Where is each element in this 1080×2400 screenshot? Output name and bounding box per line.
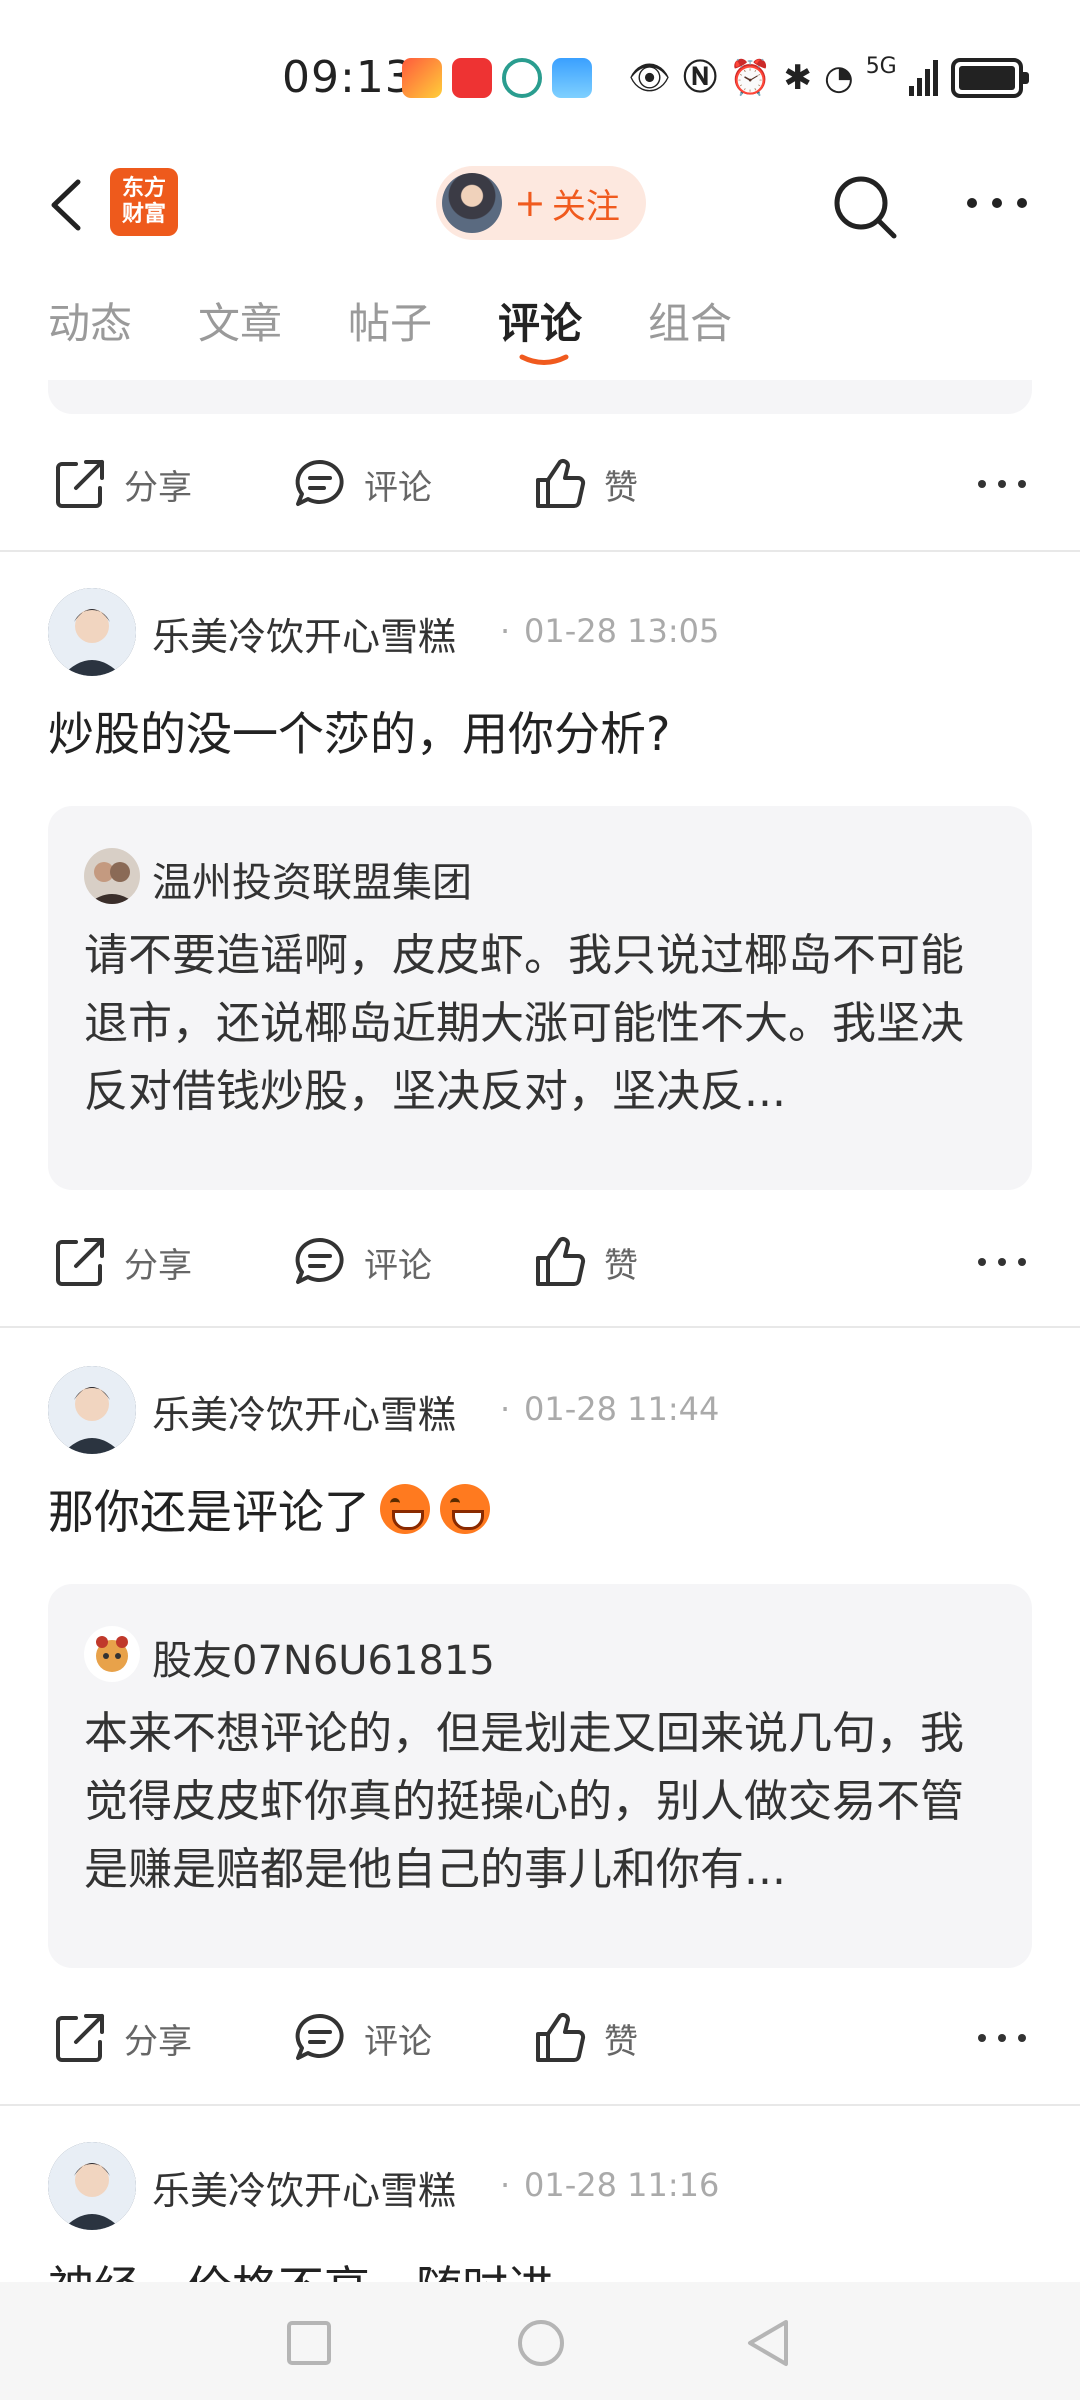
back-arrow-icon[interactable] bbox=[42, 170, 92, 240]
thumbs-up-icon bbox=[536, 459, 586, 508]
status-time: 09:13 bbox=[282, 52, 414, 103]
app-icon bbox=[452, 58, 492, 98]
nfc-icon: Ⓝ bbox=[683, 58, 718, 98]
tab-articles[interactable]: 文章 bbox=[198, 290, 282, 351]
status-bar: 09:13 👁 Ⓝ ⏰ ✱ ◔ 5G bbox=[0, 0, 1080, 150]
profile-tabs: 动态 文章 帖子 评论 组合 bbox=[0, 290, 1080, 380]
follow-button[interactable]: + 关注 bbox=[436, 166, 646, 240]
wifi-icon: ◔ bbox=[824, 58, 854, 98]
quoted-author-name: 股友07N6U61815 bbox=[152, 1638, 495, 1684]
quoted-avatar bbox=[84, 848, 140, 904]
comment-button[interactable]: 评论 bbox=[292, 444, 432, 524]
app-header: 东方 财富 + 关注 bbox=[0, 150, 1080, 260]
quoted-author-name: 温州投资联盟集团 bbox=[152, 860, 472, 906]
share-button[interactable]: 分享 bbox=[52, 444, 192, 524]
plus-icon: + bbox=[514, 181, 546, 225]
share-icon bbox=[56, 2014, 104, 2062]
like-button[interactable]: 赞 bbox=[532, 1222, 638, 1302]
search-icon[interactable] bbox=[830, 172, 900, 242]
author-avatar[interactable] bbox=[48, 588, 136, 676]
comment-icon bbox=[295, 459, 344, 506]
like-button[interactable]: 赞 bbox=[532, 1998, 638, 2078]
comment-text[interactable]: 炒股的没一个莎的，用你分析? bbox=[48, 698, 670, 764]
post-action-bar: 分享 评论 赞 bbox=[0, 444, 1080, 524]
bluetooth-icon: ✱ bbox=[783, 58, 813, 98]
post-time: 01-28 13:05 bbox=[524, 612, 720, 650]
home-icon[interactable] bbox=[516, 2318, 566, 2368]
post-time: 01-28 11:44 bbox=[524, 1390, 720, 1428]
author-avatar[interactable] bbox=[48, 1366, 136, 1454]
follow-label: 关注 bbox=[551, 186, 620, 227]
avatar-image bbox=[48, 588, 136, 676]
author-avatar[interactable] bbox=[48, 2142, 136, 2230]
author-name[interactable]: 乐美冷饮开心雪糕 bbox=[152, 1384, 456, 1439]
system-navigation-bar bbox=[0, 2282, 1080, 2400]
separator: · bbox=[500, 612, 511, 650]
comment-icon bbox=[295, 1237, 344, 1284]
author-name[interactable]: 乐美冷饮开心雪糕 bbox=[152, 606, 456, 661]
tab-dynamics[interactable]: 动态 bbox=[48, 290, 132, 351]
like-button[interactable]: 赞 bbox=[532, 444, 638, 524]
comment-button[interactable]: 评论 bbox=[292, 1998, 432, 2078]
post-action-bar: 分享 评论 赞 bbox=[0, 1222, 1080, 1302]
more-icon[interactable] bbox=[974, 466, 1030, 502]
previous-quote-card bbox=[48, 380, 1032, 414]
quoted-comment-text: 本来不想评论的，但是划走又回来说几句，我觉得皮皮虾你真的挺操心的，别人做交易不管… bbox=[84, 1708, 964, 1895]
avatar-image bbox=[48, 2142, 136, 2230]
more-icon[interactable] bbox=[974, 1244, 1030, 1280]
battery-icon bbox=[950, 58, 1029, 98]
post-time: 01-28 11:16 bbox=[524, 2166, 720, 2204]
quoted-avatar bbox=[84, 1626, 140, 1682]
quoted-comment-card[interactable]: 股友07N6U61815 本来不想评论的，但是划走又回来说几句，我觉得皮皮虾你真… bbox=[48, 1584, 1032, 1968]
author-name[interactable]: 乐美冷饮开心雪糕 bbox=[152, 2160, 456, 2215]
post-action-bar: 分享 评论 赞 bbox=[0, 1998, 1080, 2078]
user-avatar bbox=[442, 173, 502, 233]
notification-app-icon bbox=[402, 58, 442, 98]
laughing-emoji-icon bbox=[440, 1484, 490, 1534]
alarm-icon: ⏰ bbox=[729, 58, 772, 98]
share-icon bbox=[56, 1238, 104, 1286]
thumbs-up-icon bbox=[536, 2013, 586, 2062]
tab-portfolio[interactable]: 组合 bbox=[648, 290, 732, 351]
avatar-image bbox=[48, 1366, 136, 1454]
signal-bars-icon bbox=[908, 60, 938, 96]
app-logo: 东方 财富 bbox=[110, 168, 178, 236]
more-icon[interactable] bbox=[974, 2020, 1030, 2056]
divider bbox=[0, 550, 1080, 552]
share-button[interactable]: 分享 bbox=[52, 1222, 192, 1302]
tab-posts[interactable]: 帖子 bbox=[348, 290, 432, 351]
comment-icon bbox=[295, 2013, 344, 2060]
more-options-icon[interactable] bbox=[962, 178, 1032, 228]
quoted-comment-card[interactable]: 温州投资联盟集团 请不要造谣啊，皮皮虾。我只说过椰岛不可能退市，还说椰岛近期大涨… bbox=[48, 806, 1032, 1190]
back-nav-icon[interactable] bbox=[744, 2318, 792, 2368]
laughing-emoji-icon bbox=[380, 1484, 430, 1534]
share-button[interactable]: 分享 bbox=[52, 1998, 192, 2078]
divider bbox=[0, 1326, 1080, 1328]
app-icon bbox=[502, 58, 542, 98]
divider bbox=[0, 2104, 1080, 2106]
eye-icon: 👁 bbox=[628, 58, 672, 98]
system-icons: 👁 Ⓝ ⏰ ✱ ◔ 5G bbox=[628, 54, 1029, 100]
weather-icon bbox=[552, 58, 592, 98]
notification-icons bbox=[402, 58, 592, 98]
thumbs-up-icon bbox=[536, 1237, 586, 1286]
share-icon bbox=[56, 460, 104, 508]
separator: · bbox=[500, 1390, 511, 1428]
comment-button[interactable]: 评论 bbox=[292, 1222, 432, 1302]
separator: · bbox=[500, 2166, 511, 2204]
tab-comments[interactable]: 评论 bbox=[498, 290, 582, 351]
quoted-comment-text: 请不要造谣啊，皮皮虾。我只说过椰岛不可能退市，还说椰岛近期大涨可能性不大。我坚决… bbox=[84, 930, 964, 1117]
comment-text[interactable]: 那你还是评论了 bbox=[48, 1476, 490, 1542]
signal-icon: 5G bbox=[865, 54, 897, 79]
recent-apps-icon[interactable] bbox=[286, 2320, 332, 2366]
active-tab-indicator bbox=[519, 354, 569, 365]
